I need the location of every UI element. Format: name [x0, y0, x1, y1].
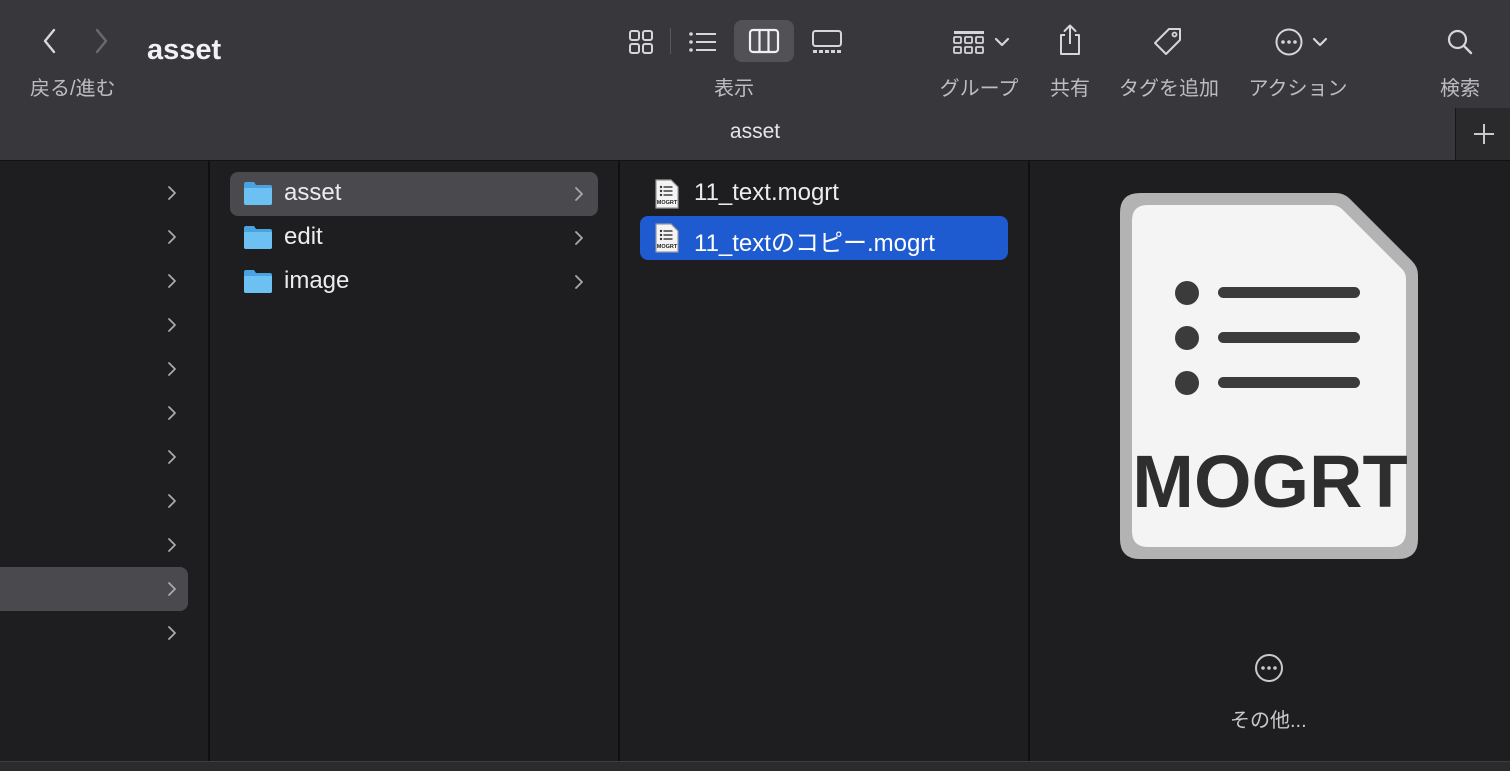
group-label: グループ	[939, 78, 1019, 100]
folder-name: asset	[284, 179, 342, 206]
list-view-button[interactable]	[682, 22, 724, 62]
add-tag-button[interactable]	[1148, 22, 1188, 62]
mogrt-file-icon: MOGRT	[655, 179, 679, 209]
chevron-right-icon	[168, 186, 176, 200]
search-label: 検索	[1440, 78, 1480, 100]
parent-column-row[interactable]	[0, 303, 188, 347]
file-name: 11_textのコピー.mogrt	[694, 230, 935, 257]
parent-column-row[interactable]	[0, 171, 188, 215]
chevron-down-icon	[994, 37, 1010, 47]
chevron-right-icon	[168, 450, 176, 464]
back-button[interactable]	[34, 24, 66, 58]
file-column: MOGRT 11_text.mogrt MOGRT 11_textのコピー.mo…	[620, 161, 1028, 761]
columns-icon	[748, 28, 780, 54]
file-name: 11_text.mogrt	[694, 179, 839, 206]
chevron-right-icon	[168, 274, 176, 288]
chevron-right-icon	[575, 231, 583, 245]
share-button[interactable]	[1050, 20, 1090, 60]
parent-column-row[interactable]	[0, 391, 188, 435]
folder-column: asset edit image	[210, 161, 618, 761]
file-row-selected[interactable]: MOGRT 11_textのコピー.mogrt	[640, 216, 1008, 260]
tag-icon	[1154, 28, 1181, 55]
column-view-button[interactable]	[734, 20, 794, 62]
parent-column-row[interactable]	[0, 347, 188, 391]
chevron-right-icon	[168, 494, 176, 508]
parent-column-row[interactable]	[0, 567, 188, 611]
parent-column-row[interactable]	[0, 259, 188, 303]
ellipsis-circle-icon	[1255, 654, 1283, 682]
view-label: 表示	[714, 78, 754, 100]
folder-icon	[244, 270, 272, 293]
folder-row-image[interactable]: image	[230, 260, 598, 304]
forward-button[interactable]	[85, 24, 117, 58]
svg-text:MOGRT: MOGRT	[657, 200, 678, 206]
chevron-down-icon	[1312, 37, 1328, 47]
folder-row-edit[interactable]: edit	[230, 216, 598, 260]
plus-icon	[1473, 124, 1494, 144]
parent-column-row[interactable]	[0, 523, 188, 567]
parent-column	[0, 161, 208, 761]
tab-bar: asset	[0, 108, 1510, 161]
file-row[interactable]: MOGRT 11_text.mogrt	[640, 172, 1008, 216]
mogrt-preview-icon: MOGRT	[1120, 193, 1418, 559]
chevron-right-icon	[575, 187, 583, 201]
more-button[interactable]	[1254, 653, 1284, 688]
parent-column-row[interactable]	[0, 611, 188, 655]
chevron-right-icon	[168, 318, 176, 332]
chevron-right-icon	[168, 362, 176, 376]
window-title: asset	[147, 34, 222, 66]
segment-divider	[670, 28, 671, 54]
new-tab-button[interactable]	[1455, 108, 1510, 160]
parent-column-row[interactable]	[0, 435, 188, 479]
nav-label: 戻る/進む	[30, 78, 116, 100]
action-label: アクション	[1248, 78, 1348, 100]
icon-view-button[interactable]	[620, 22, 662, 62]
chevron-right-icon	[168, 626, 176, 640]
group-button[interactable]	[946, 24, 1016, 60]
chevron-right-icon	[168, 230, 176, 244]
folder-name: edit	[284, 223, 323, 250]
action-button[interactable]	[1266, 24, 1336, 60]
group-icon	[953, 31, 984, 54]
chevron-right-icon	[168, 538, 176, 552]
search-icon	[1447, 29, 1473, 55]
toolbar: 戻る/進む asset 表示 グループ 共有 タグを追加 アクション 検索	[0, 0, 1510, 108]
more-label: その他...	[1230, 710, 1307, 732]
folder-icon	[244, 182, 272, 205]
gallery-icon	[812, 30, 842, 53]
list-icon	[689, 32, 716, 52]
chevron-right-icon	[575, 275, 583, 289]
mogrt-file-icon: MOGRT	[655, 223, 679, 253]
folder-row-asset[interactable]: asset	[230, 172, 598, 216]
chevron-right-icon	[168, 406, 176, 420]
share-label: 共有	[1050, 78, 1090, 100]
parent-column-row[interactable]	[0, 479, 188, 523]
folder-name: image	[284, 267, 350, 294]
chevron-right-icon	[168, 582, 176, 596]
ellipsis-circle-icon	[1275, 28, 1303, 56]
preview-icon-text: MOGRT	[1132, 440, 1407, 523]
grid-icon	[629, 30, 653, 54]
chevron-right-icon	[95, 28, 108, 54]
share-icon	[1060, 24, 1080, 55]
tag-label: タグを追加	[1119, 78, 1219, 100]
chevron-left-icon	[43, 28, 56, 54]
svg-text:MOGRT: MOGRT	[657, 244, 678, 250]
folder-icon	[244, 226, 272, 249]
tab-title[interactable]: asset	[0, 120, 1510, 144]
parent-column-row[interactable]	[0, 215, 188, 259]
gallery-view-button[interactable]	[806, 22, 848, 62]
search-button[interactable]	[1440, 22, 1480, 62]
